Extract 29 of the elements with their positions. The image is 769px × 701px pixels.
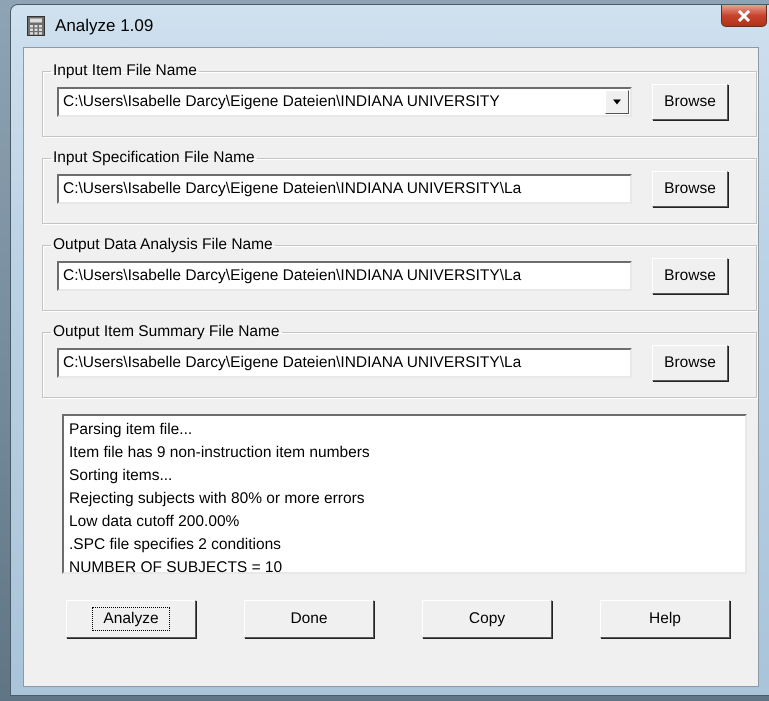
action-button[interactable]: Analyze bbox=[66, 600, 196, 638]
caret-icon bbox=[612, 99, 622, 105]
log-line: Sorting items... bbox=[69, 466, 174, 486]
browse-button[interactable]: Browse bbox=[652, 171, 728, 207]
path-field[interactable]: C:\Users\Isabelle Darcy\Eigene Dateien\INDIANA UNIVERSITY\La bbox=[57, 348, 632, 378]
log-line: Item file has 9 non-instruction item numbers bbox=[69, 443, 371, 463]
log-line: .SPC file specifies 2 conditions bbox=[69, 535, 282, 555]
browse-button[interactable]: Browse bbox=[652, 258, 728, 294]
log-line: NUMBER OF SUBJECTS = 10 bbox=[69, 558, 284, 578]
action-button[interactable]: Help bbox=[600, 600, 730, 638]
path-field[interactable]: C:\Users\Isabelle Darcy\Eigene Dateien\INDIANA UNIVERSITY\La bbox=[57, 174, 632, 204]
log-line: Rejecting subjects with 80% or more errors bbox=[69, 489, 366, 509]
path-field[interactable]: C:\Users\Isabelle Darcy\Eigene Dateien\INDIANA UNIVERSITY\La bbox=[57, 261, 632, 291]
group-label: Output Item Summary File Name bbox=[52, 323, 281, 341]
dropdown-button[interactable] bbox=[605, 90, 629, 114]
log-line: Low data cutoff 200.00% bbox=[69, 512, 240, 532]
group-label: Input Specification File Name bbox=[52, 149, 256, 167]
close-icon bbox=[737, 10, 751, 22]
window-title: Analyze 1.09 bbox=[55, 16, 154, 36]
path-combo-box[interactable]: C:\Users\Isabelle Darcy\Eigene Dateien\INDIANA UNIVERSITY bbox=[57, 87, 632, 117]
browse-button[interactable]: Browse bbox=[652, 345, 728, 381]
close-button[interactable] bbox=[721, 5, 767, 27]
browse-button[interactable]: Browse bbox=[652, 84, 728, 120]
group-label: Input Item File Name bbox=[52, 62, 198, 80]
calculator-icon bbox=[27, 16, 45, 36]
group-label: Output Data Analysis File Name bbox=[52, 236, 274, 254]
action-button[interactable]: Copy bbox=[422, 600, 552, 638]
log-line: Parsing item file... bbox=[69, 420, 194, 440]
action-button[interactable]: Done bbox=[244, 600, 374, 638]
